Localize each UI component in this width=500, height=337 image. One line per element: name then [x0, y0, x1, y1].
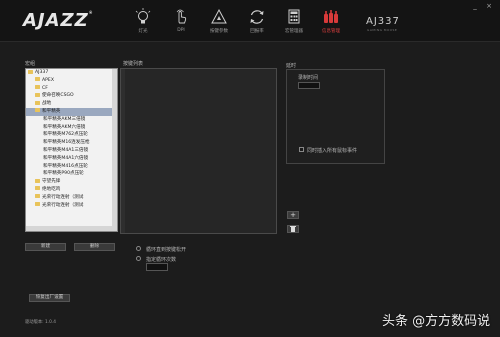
hand-pointer-icon: [164, 7, 198, 27]
nav-item-dpi[interactable]: DPI: [164, 7, 198, 39]
loop-until-release-label: 循环直到按键松开: [146, 247, 187, 253]
tree-item[interactable]: 光荣行动连射（测试: [26, 202, 117, 210]
delete-macro-button[interactable]: 删除: [74, 243, 115, 251]
brand-logo: AJAZZ®: [23, 10, 94, 31]
delay-label: 延时: [286, 63, 297, 69]
model-subtitle: GAMING MOUSE: [367, 28, 398, 32]
folder-icon: [35, 186, 40, 191]
tree-item-label: 战地: [42, 101, 52, 107]
delay-input[interactable]: [298, 82, 320, 89]
tree-item[interactable]: 绝地吃鸡: [26, 186, 117, 194]
loop-count-input[interactable]: [146, 263, 168, 271]
list-scrollbar[interactable]: [121, 69, 125, 233]
folder-icon: [35, 202, 40, 207]
tree-item[interactable]: CF: [26, 85, 117, 93]
tree-root[interactable]: AJ337: [26, 69, 117, 77]
bulb-icon: [126, 7, 160, 27]
tree-horizontal-scrollbar[interactable]: [26, 226, 112, 231]
tree-macro-item[interactable]: 和平精英P90点压轮: [26, 170, 117, 178]
record-time-label: 录制时间: [298, 75, 319, 81]
macro-tree[interactable]: AJ337 APEX CF 使命召唤CSGO 战地 和平精英 和平精英AKM三倍…: [25, 68, 118, 232]
macro-group-label: 宏组: [25, 61, 36, 67]
nav-label: 回报率: [250, 29, 264, 34]
nav-item-report-rate[interactable]: 回报率: [240, 7, 274, 39]
minimize-button[interactable]: _: [470, 2, 480, 10]
tree-macro-item[interactable]: 和平精英AKM三倍镜: [26, 116, 117, 124]
loop-count-label: 指定循环次数: [146, 257, 177, 263]
tree-item-label: 和平精英: [42, 108, 61, 114]
tree-macro-item[interactable]: 和平精英AKM六倍镜: [26, 124, 117, 132]
tree-item-label: 和平精英AKM三倍镜: [43, 116, 86, 122]
close-button[interactable]: ×: [484, 2, 494, 10]
folder-icon: [35, 77, 40, 82]
calculator-icon: [277, 7, 311, 27]
nav-item-macro-manager[interactable]: 宏管理器: [277, 7, 311, 39]
remove-action-button[interactable]: [287, 225, 299, 233]
new-macro-button[interactable]: 新建: [25, 243, 66, 251]
brand-name: AJAZZ: [23, 10, 89, 31]
tree-macro-item[interactable]: 和平精英M4A1三倍镜: [26, 147, 117, 155]
tree-macro-item[interactable]: 和平精英M762点压轮: [26, 131, 117, 139]
loop-count-radio[interactable]: [136, 256, 141, 261]
tree-item-label: 和平精英M762点压轮: [43, 132, 88, 138]
tree-item-label: 光荣行动连射（测试: [42, 194, 84, 200]
tree-item-label: AJ337: [35, 70, 49, 75]
loop-until-release-radio[interactable]: [136, 246, 141, 251]
folder-icon: [35, 85, 40, 90]
refresh-icon: [240, 7, 274, 27]
tree-item-label: 和平精英AKM六倍镜: [43, 124, 86, 130]
folder-icon: [28, 69, 33, 74]
insert-mouse-events-label: 同时插入所有鼠标事件: [307, 148, 358, 154]
tree-item-label: 光荣行动连射（测试: [42, 202, 84, 208]
tree-item-label: CF: [42, 85, 48, 91]
nav-item-button-params[interactable]: 按键参数: [202, 7, 236, 39]
tree-item-label: 和平精英M4A1三倍镜: [43, 147, 89, 153]
tree-item[interactable]: 战地: [26, 100, 117, 108]
action-list[interactable]: [120, 68, 277, 234]
tree-item-label: 绝地吃鸡: [42, 186, 61, 192]
tree-item[interactable]: 光荣行动连射（测试: [26, 194, 117, 202]
nav-label: 信息管理: [322, 29, 340, 34]
folder-icon: [35, 194, 40, 199]
tree-item[interactable]: APEX: [26, 77, 117, 85]
tree-item-label: 和平精英M416点压轮: [43, 163, 88, 169]
bottles-icon: [314, 7, 348, 27]
tree-macro-item[interactable]: 和平精英M416点压轮: [26, 163, 117, 171]
watermark-text: 头条 @方方数码说: [382, 314, 491, 329]
model-name: AJ337: [366, 16, 400, 27]
tree-item-label: 和平精英M4A1六倍镜: [43, 155, 89, 161]
tree-item-label: 和平精英P90点压轮: [43, 171, 84, 177]
triangle-icon: [202, 7, 236, 27]
add-action-button[interactable]: +: [287, 211, 299, 219]
tree-macro-item[interactable]: 和平精英M16连发压枪: [26, 139, 117, 147]
nav-item-info-manage[interactable]: 信息管理: [314, 7, 348, 39]
nav-label: 宏管理器: [285, 29, 303, 34]
folder-open-icon: [35, 108, 40, 113]
folder-icon: [35, 100, 40, 105]
tree-item[interactable]: 守望先锋: [26, 178, 117, 186]
action-list-label: 按键列表: [123, 61, 144, 67]
restore-defaults-button[interactable]: 恢复出厂设置: [29, 294, 70, 302]
folder-icon: [35, 92, 40, 97]
nav-label: 灯光: [138, 29, 148, 34]
nav-label: DPI: [177, 28, 185, 33]
driver-version: 驱动版本: 1.0.4: [25, 320, 56, 325]
tree-item-label: 和平精英M16连发压枪: [43, 140, 90, 146]
trash-icon: [290, 226, 296, 232]
tree-item[interactable]: 使命召唤CSGO: [26, 92, 117, 100]
tree-item-label: 守望先锋: [42, 179, 61, 185]
insert-mouse-events-checkbox[interactable]: [299, 147, 304, 152]
tree-item-label: APEX: [42, 77, 54, 83]
tree-macro-item[interactable]: 和平精英M4A1六倍镜: [26, 155, 117, 163]
tree-vertical-scrollbar[interactable]: [112, 69, 117, 231]
tree-item-selected[interactable]: 和平精英: [26, 107, 117, 116]
folder-icon: [35, 178, 40, 183]
nav-label: 按键参数: [210, 29, 228, 34]
nav-item-lighting[interactable]: 灯光: [126, 7, 160, 39]
tree-item-label: 使命召唤CSGO: [42, 93, 74, 99]
